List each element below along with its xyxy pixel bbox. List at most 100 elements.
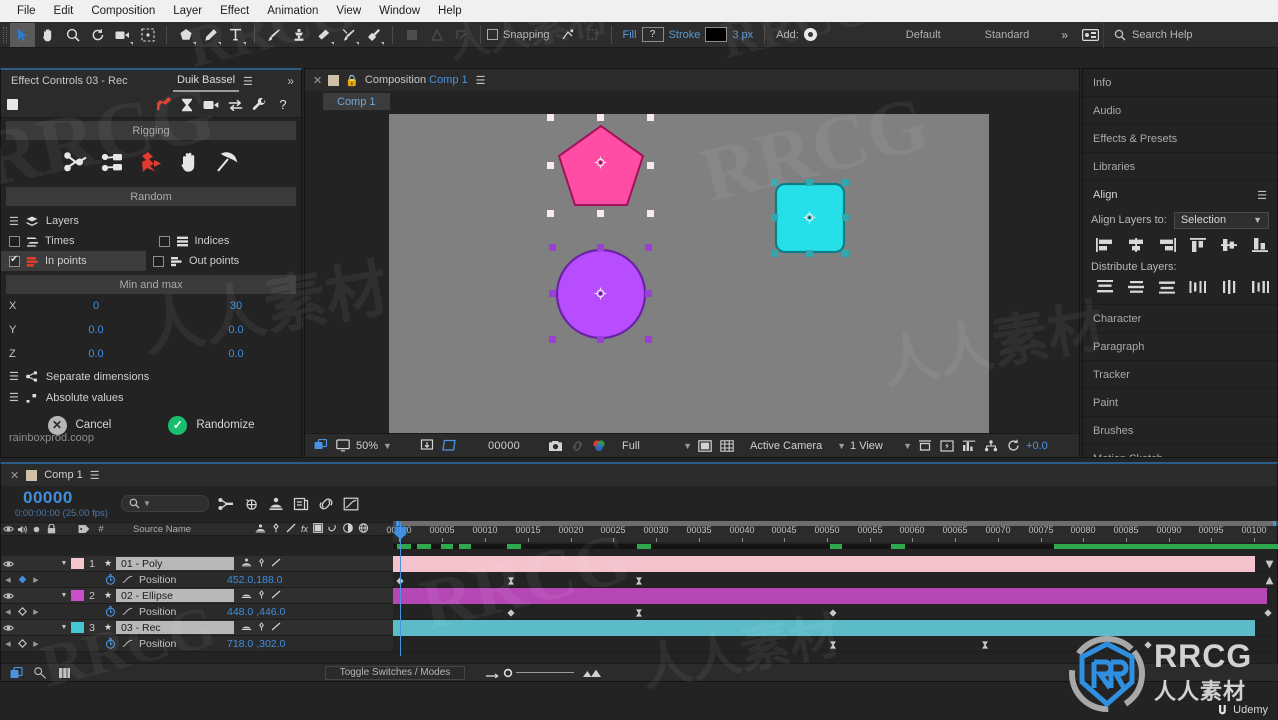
handle-tr[interactable] (647, 114, 654, 121)
add-shape-button[interactable] (803, 28, 817, 41)
workspace-standard[interactable]: Standard (963, 29, 1052, 41)
sidebar-item-info[interactable]: Info (1083, 69, 1277, 97)
snapping-checkbox[interactable] (487, 29, 498, 40)
workspace-default[interactable]: Default (884, 29, 963, 41)
handle-bc[interactable] (597, 210, 604, 217)
duik-home-icon[interactable] (7, 99, 18, 110)
pen-tool[interactable] (198, 23, 223, 47)
rec-selection-handles[interactable] (771, 179, 849, 257)
type-tool[interactable] (223, 23, 248, 47)
fill-swatch[interactable]: ? (641, 27, 664, 42)
poly-selection-handles[interactable] (547, 114, 655, 218)
absolute-values-row[interactable]: ☰ Absolute values (1, 387, 301, 408)
help-icon[interactable]: ? (271, 95, 295, 115)
camera-icon[interactable] (199, 95, 223, 115)
distribute-top-icon[interactable] (1089, 275, 1120, 299)
handle-tl[interactable] (547, 114, 554, 121)
rec-anchor-point[interactable] (803, 211, 816, 224)
handle-bl[interactable] (771, 250, 778, 257)
composition-canvas[interactable] (389, 114, 989, 452)
prev-keyframe-icon[interactable]: ◀ (1, 576, 15, 584)
selection-tool[interactable] (10, 22, 35, 47)
distribute-bottom-icon[interactable] (1151, 275, 1182, 299)
menu-item-animation[interactable]: Animation (258, 0, 327, 22)
link-nodes-icon[interactable] (100, 149, 126, 175)
motion-blur-switch-icon[interactable] (328, 523, 338, 535)
hourglass-icon[interactable] (175, 95, 199, 115)
transparency-grid-icon[interactable] (718, 437, 736, 455)
menu-item-effect[interactable]: Effect (211, 0, 258, 22)
ellipse-anchor-point[interactable] (594, 287, 607, 300)
rig-arm-icon[interactable] (151, 95, 175, 115)
timeline-graph-icon[interactable] (960, 437, 978, 455)
column-source-name[interactable]: Source Name (127, 522, 247, 536)
collapse-switch-icon[interactable] (271, 523, 281, 535)
column-audio-icon[interactable] (15, 522, 29, 536)
exposure-value[interactable]: +0.0 (1026, 440, 1048, 452)
handle-mr[interactable] (645, 290, 652, 297)
sidebar-item-paint[interactable]: Paint (1083, 389, 1277, 417)
handle-tc[interactable] (597, 114, 604, 121)
layer-expand-triangle-icon[interactable]: ▼ (57, 592, 71, 599)
track-row-layer1[interactable] (393, 556, 1277, 572)
section-rigging[interactable]: Rigging (6, 121, 296, 140)
menu-item-view[interactable]: View (327, 0, 370, 22)
toggle-switches-modes-icon[interactable] (8, 665, 25, 681)
graph-editor-toggle-icon[interactable] (32, 665, 49, 681)
handle-tl[interactable] (771, 179, 778, 186)
resolution-select[interactable]: Full ▼ (622, 440, 692, 452)
in-points-checkbox[interactable] (9, 254, 20, 267)
sidebar-item-audio[interactable]: Audio (1083, 97, 1277, 125)
composition-menu-icon[interactable]: ☰ (476, 74, 486, 87)
column-lock-icon[interactable] (43, 522, 59, 536)
property-value[interactable]: 448.0 ,446.0 (227, 606, 285, 618)
keyframe-marker[interactable] (981, 640, 989, 649)
quality-switch-icon[interactable] (286, 523, 296, 535)
handle-tl[interactable] (549, 244, 556, 251)
layer-collapse-icon[interactable] (257, 590, 266, 601)
menu-item-file[interactable]: File (8, 0, 45, 22)
fast-previews-icon[interactable] (938, 437, 956, 455)
layer-quality-icon[interactable] (271, 558, 281, 569)
handle-br[interactable] (842, 250, 849, 257)
sidebar-item-motion-sketch[interactable]: Motion Sketch (1083, 445, 1277, 458)
prev-keyframe-icon[interactable]: ◀ (1, 608, 15, 616)
menu-item-window[interactable]: Window (370, 0, 429, 22)
stopwatch-icon[interactable] (101, 606, 119, 617)
keyframe-marker[interactable] (829, 608, 837, 617)
handle-bc[interactable] (806, 250, 813, 257)
times-option[interactable]: Times (9, 235, 152, 247)
layer-expand-triangle-icon[interactable]: ▼ (57, 560, 71, 567)
keyframe-toggle-icon[interactable] (15, 639, 29, 648)
puppet-pin-tool[interactable] (361, 23, 386, 47)
three-d-switch-icon[interactable] (358, 523, 369, 535)
section-min-and-max[interactable]: Min and max (6, 275, 296, 294)
randomize-button[interactable]: ✓ Randomize (168, 415, 254, 435)
column-solo-icon[interactable] (29, 522, 43, 536)
stroke-swatch[interactable] (705, 27, 728, 42)
panel-chevron-icon[interactable]: » (287, 74, 294, 88)
comp-tab-comp1[interactable]: Comp 1 (323, 93, 390, 110)
monitor-icon[interactable] (334, 437, 352, 455)
axis-y-max[interactable]: 0.0 (171, 324, 301, 336)
align-left-icon[interactable] (1089, 233, 1120, 257)
zoom-select[interactable]: 50% ▼ (356, 440, 392, 452)
absolute-values-burger-icon[interactable]: ☰ (9, 391, 19, 404)
distribute-left-icon[interactable] (1182, 275, 1213, 299)
layer-visibility-icon[interactable] (1, 592, 15, 600)
brush-tool[interactable] (261, 23, 286, 47)
hide-shy-layers-icon[interactable] (263, 492, 288, 516)
timeline-zoom-slider[interactable] (484, 667, 602, 679)
rotation-tool[interactable] (85, 23, 110, 47)
shape-tool[interactable] (173, 23, 198, 47)
eraser-tool[interactable] (311, 23, 336, 47)
next-keyframe-icon[interactable]: ▶ (29, 608, 43, 616)
section-random[interactable]: Random (6, 187, 296, 206)
sidebar-item-paragraph[interactable]: Paragraph (1083, 333, 1277, 361)
handle-mr[interactable] (842, 214, 849, 221)
column-index-label[interactable]: # (93, 522, 109, 536)
layer-duration-bar[interactable] (393, 588, 1267, 604)
align-vertical-center-icon[interactable] (1213, 233, 1244, 257)
motion-blur-icon[interactable] (313, 492, 338, 516)
handle-bl[interactable] (549, 336, 556, 343)
